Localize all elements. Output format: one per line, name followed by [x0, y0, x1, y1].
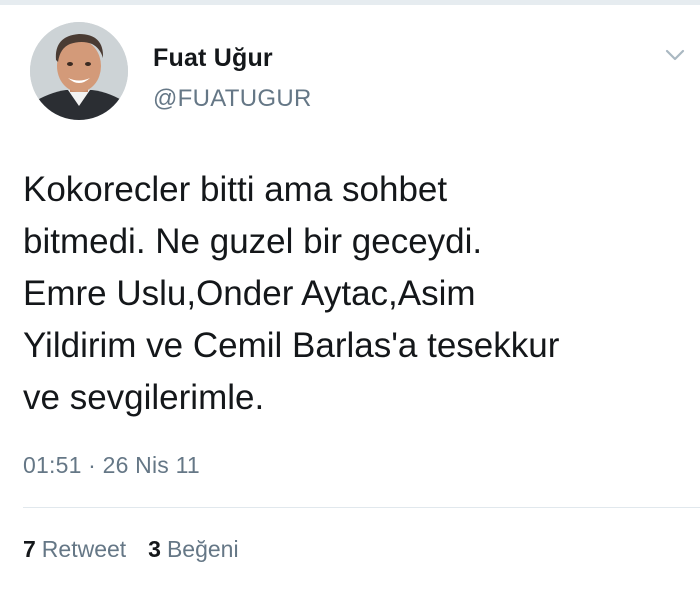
- like-stat[interactable]: 3 Beğeni: [148, 536, 238, 563]
- tweet-timestamp[interactable]: 01:51 · 26 Nis 11: [23, 452, 200, 479]
- tweet-text: Kokorecler bitti ama sohbet bitmedi. Ne …: [23, 170, 560, 417]
- chevron-down-icon[interactable]: [664, 44, 686, 66]
- tweet-stats: 7 Retweet 3 Beğeni: [23, 536, 261, 563]
- avatar[interactable]: [30, 22, 128, 120]
- top-divider: [0, 0, 700, 5]
- author-name[interactable]: Fuat Uğur: [153, 44, 273, 73]
- stats-divider: [23, 507, 700, 508]
- author-handle[interactable]: @FUATUGUR: [153, 85, 312, 113]
- like-label: Beğeni: [166, 536, 239, 562]
- like-count: 3: [148, 536, 161, 562]
- retweet-count: 7: [23, 536, 36, 562]
- tweet-card: Fuat Uğur @FUATUGUR Kokorecler bitti ama…: [0, 0, 700, 601]
- retweet-stat[interactable]: 7 Retweet: [23, 536, 126, 563]
- retweet-label: Retweet: [41, 536, 127, 562]
- avatar-image: [30, 22, 128, 120]
